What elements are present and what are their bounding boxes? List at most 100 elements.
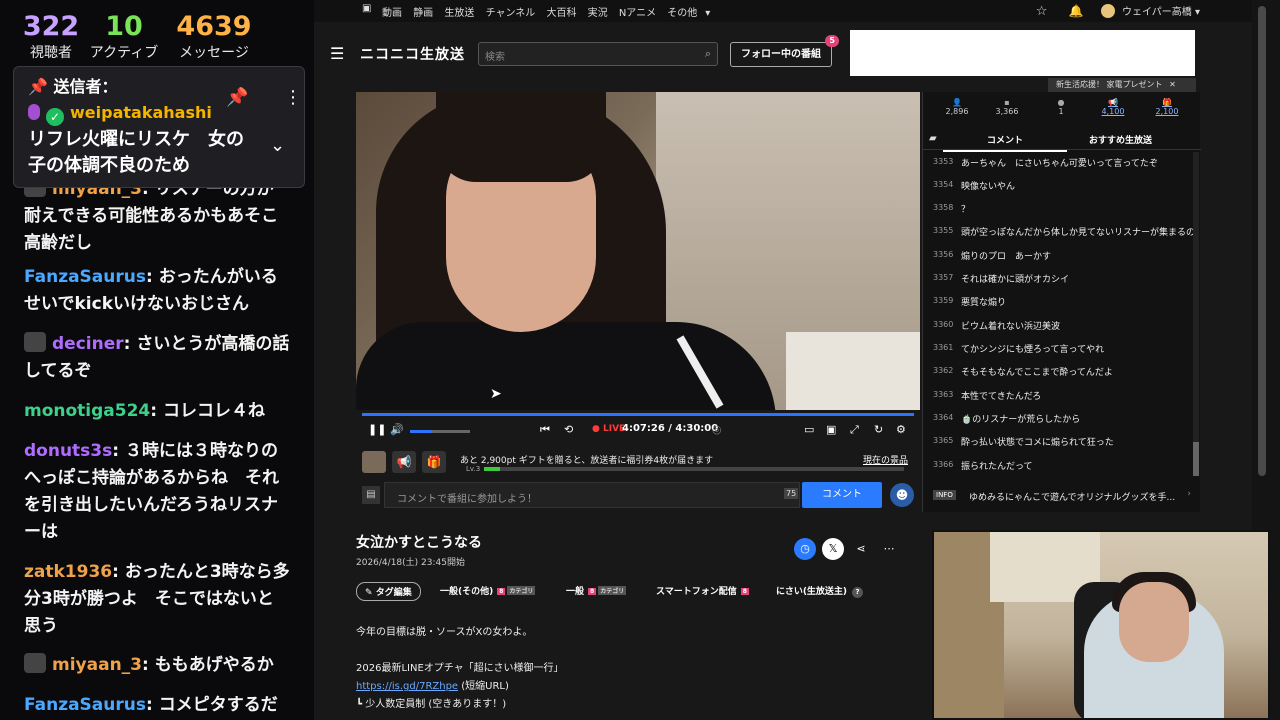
volume-icon[interactable]: 🔊 [390,423,404,436]
program-title: 女泣かすとこうなる [356,535,482,551]
more-icon[interactable]: ⋮ [284,87,302,108]
chevron-right-icon[interactable]: › [1187,489,1191,499]
comment-row[interactable]: 3358？ [923,198,1193,221]
gift-icon[interactable]: 🎁 [422,451,446,473]
gift-level: Lv.3 [466,465,481,473]
viewers-count: 322 [22,11,80,42]
chevron-down-icon[interactable]: ⌄ [270,135,285,156]
nav-link-other[interactable]: その他 [667,8,697,19]
comment-row[interactable]: 3364 🍵のリスナーが荒らしたから [923,408,1193,431]
emoji-icon[interactable]: ☻ [890,483,914,507]
site-logo[interactable]: ニコニコ生放送 [360,44,465,64]
mic-icon [28,104,40,120]
follow-count-badge: 5 [825,35,839,47]
rewind-icon[interactable]: ⏮ [540,423,550,437]
pin-icon[interactable]: 📌 [226,87,248,108]
gift-point-stat[interactable]: 🎁 2,100 [1147,98,1187,116]
comment-row[interactable]: 3360 ビウム着れない浜辺美波 [923,315,1193,338]
comment-row[interactable]: 3363 本性でてきたんだろ [923,385,1193,408]
pinned-message[interactable]: 📌 送信者： ✓ weipatakahashi リフレ火曜にリスケ 女の子の体調不… [13,66,305,188]
current-prizes-link[interactable]: 現在の景品 [863,453,908,466]
tag-item[interactable]: スマートフォン配信 8 [656,584,749,597]
tag-item[interactable]: 一般 8 カテゴリ [566,584,627,597]
bell-icon[interactable]: 🔔 [1069,4,1084,18]
advert-point-stat[interactable]: 📢 4,100 [1093,98,1133,116]
comment-row[interactable]: 3359 悪質な煽り [923,291,1193,314]
reload-icon[interactable]: ↻ [874,423,883,436]
chat-message: donuts3s: ３時には３時なりのへっぽこ持論があるからね それを引き出した… [24,441,279,542]
search-icon[interactable]: ⌕ [705,47,711,61]
user-badge-icon [24,332,46,352]
replay-icon[interactable]: ⟲ [564,423,573,436]
nav-link-video[interactable]: 動画 [382,8,402,19]
tag-item[interactable]: にさい(生放送主)? [776,584,864,598]
seek-bar[interactable] [362,413,914,416]
person-icon: 👤 [952,98,962,107]
megaphone-icon[interactable]: 📢 [392,451,416,473]
tag-edit-button[interactable]: ✎ タグ編集 [356,582,421,601]
comment-toggle-icon[interactable]: ▭ [804,423,814,436]
x-share-icon[interactable]: 𝕏 [822,538,844,560]
nav-link-jikkyo[interactable]: 実況 [588,8,608,19]
chat-message: FanzaSaurus: コメピタするだけ [24,695,278,715]
comment-submit-button[interactable]: コメント [802,482,882,508]
fullscreen-icon[interactable]: ⤢ [850,423,859,437]
gift-thumb[interactable] [362,451,386,473]
nav-link-anime[interactable]: Nアニメ [619,8,656,19]
nico-logo-icon[interactable]: ▣ [362,3,371,14]
desc-link[interactable]: https://is.gd/7RZhpe [356,681,458,692]
chat-message: miyaan_3: ももあげやるか [24,652,290,679]
user-name[interactable]: ウェイパー高橋 [1122,7,1192,18]
ad-banner[interactable] [850,30,1195,76]
live-indicator[interactable]: ● LIVE [592,424,625,434]
avatar[interactable] [1100,4,1115,18]
video-player[interactable]: ➤ [356,92,920,410]
pin-small-icon: 📌 [28,77,54,96]
volume-slider[interactable] [410,430,470,433]
tab-comments[interactable]: コメント [942,133,1068,152]
comment-row[interactable]: 3362 そもそもなんでここまで酔ってんだよ [923,361,1193,384]
tag-item[interactable]: 一般(その他) 8 カテゴリ [440,584,536,597]
tab-recommended[interactable]: おすすめ生放送 [1089,133,1152,146]
nav-link-seiga[interactable]: 静画 [413,8,433,19]
nav-link-dic[interactable]: 大百科 [546,8,576,19]
user-menu[interactable]: ☆ 🔔 ウェイパー高橋 ▾ [1036,3,1200,19]
share-icon[interactable]: ⋖ [850,538,872,560]
pause-icon[interactable]: ❚❚ [368,423,386,436]
info-ticker[interactable]: INFO ゆめみるにゃんこで遊んでオリジナルグッズを手... › [923,484,1201,508]
comment-row[interactable]: 3366 振られたんだって [923,455,1193,478]
theater-icon[interactable]: ▣ [826,423,836,436]
global-nav-bar: ▣ 動画 静画 生放送 チャンネル 大百科 実況 Nアニメ その他 ▾ ☆ 🔔 ウ… [314,0,1252,22]
comment-row[interactable]: 3365 酔っ払い状態でコメに煽られて狂った [923,431,1193,454]
share-actions: ◷ 𝕏 ⋖ ⋯ [794,538,914,560]
close-icon[interactable]: ✕ [1169,80,1176,89]
gift-progress: 📢 🎁 あと 2,900pt ギフトを贈ると、放送者に福引券4枚が届きます Lv… [356,448,920,476]
promo-banner[interactable]: 新生活応援！ 家電プレゼント ✕ [1048,78,1196,92]
settings-gear-icon[interactable]: ⚙ [896,423,906,436]
comment-row[interactable]: 3361 てかシンジにも煙ろって言ってやれ [923,338,1193,361]
sync-icon[interactable]: ◎ [712,423,722,436]
more-horizontal-icon[interactable]: ⋯ [878,538,900,560]
nav-link-channel[interactable]: チャンネル [486,8,536,19]
comment-row[interactable]: 3353 あーちゃん にさいちゃん可愛いって言ってたぞ [923,152,1193,175]
info-text: ゆめみるにゃんこで遊んでオリジナルグッズを手... [969,493,1176,503]
hamburger-icon[interactable]: ☰ [330,44,344,63]
following-programs-button[interactable]: フォロー中の番組 5 [730,35,839,67]
clock-icon[interactable]: ◷ [794,538,816,560]
comment-row[interactable]: 3356 煽りのプロ あーかす [923,245,1193,268]
pinned-text: リフレ火曜にリスケ 女の子の体調不良のため [28,129,244,176]
stream-chat-overlay: 322 視聴者 10 アクティブ 4639 メッセージ 📌 送信者： ✓ weip… [0,0,314,720]
comment-input[interactable]: コメントで番組に参加しよう！ [384,482,800,508]
comment-row[interactable]: 3357 それは確かに頭がオカシイ [923,268,1193,291]
comment-row[interactable]: 3355 頭が空っぽなんだから体しか見てないリスナーが集まるのは [923,221,1193,244]
comment-settings-icon[interactable]: ▤ [362,486,380,504]
chat-icon[interactable]: ▰ [929,133,937,144]
megaphone-small-icon: 📢 [1108,98,1118,107]
star-icon[interactable]: ☆ [1036,4,1048,19]
help-icon[interactable]: ? [852,587,864,598]
comment-scrollbar[interactable] [1193,152,1199,476]
comment-row[interactable]: 3354 映像ないやん [923,175,1193,198]
nav-link-live[interactable]: 生放送 [444,8,474,19]
chat-message: zatk1936: おったんと3時なら多分3時が勝つよ そこではないと思う [24,562,290,636]
search-input[interactable]: 検索 ⌕ [478,42,718,66]
